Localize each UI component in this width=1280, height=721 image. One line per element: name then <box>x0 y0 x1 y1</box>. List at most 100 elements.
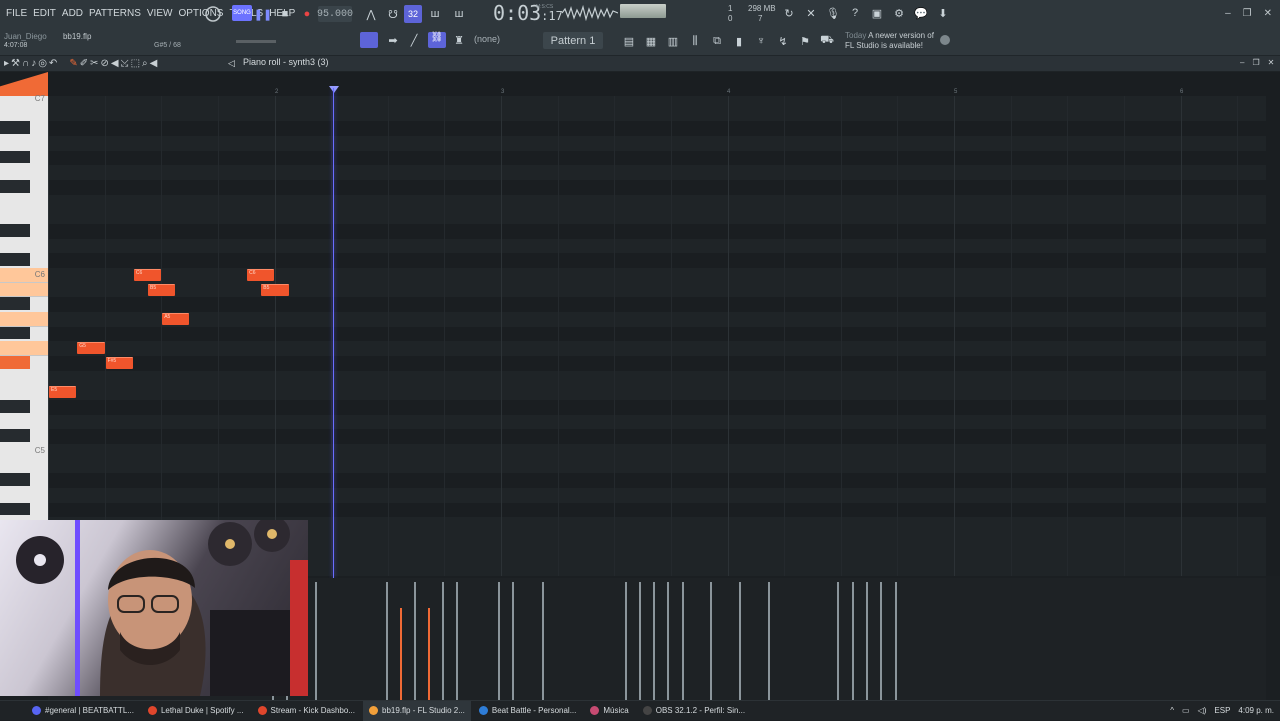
velocity-bar[interactable] <box>400 608 402 700</box>
minimize-icon[interactable]: – <box>1225 8 1231 19</box>
velocity-bar[interactable] <box>456 582 458 700</box>
close-icon[interactable]: ✕ <box>1264 8 1272 19</box>
wait-input-icon[interactable]: ☋ <box>384 5 402 23</box>
chat-icon[interactable]: 💬 <box>912 4 930 22</box>
piano-key-black[interactable] <box>0 180 30 193</box>
record-button[interactable]: ● <box>298 5 316 23</box>
velocity-bar[interactable] <box>837 582 839 700</box>
taskbar-item[interactable]: #general | BEATBATTL... <box>26 701 140 721</box>
song-position-marker[interactable] <box>329 86 339 93</box>
timeline-ruler[interactable]: 2 3 4 5 6 <box>0 72 1280 96</box>
mixer-window-icon[interactable]: ⫼ <box>686 32 704 50</box>
piano-key-black[interactable] <box>0 297 30 311</box>
countdown-toggle[interactable]: 32 <box>404 5 422 23</box>
menu-add[interactable]: ADD <box>62 8 83 19</box>
velocity-bar[interactable] <box>625 582 627 700</box>
piano-key-highlight[interactable] <box>0 312 48 327</box>
channel-rack-icon[interactable]: ▦ <box>642 32 660 50</box>
mute-tool-icon[interactable]: ⊘ <box>100 58 108 69</box>
slice-icon[interactable]: ⤩ <box>121 58 129 69</box>
pencil-icon[interactable]: ✎ <box>69 58 77 69</box>
loop-record-icon[interactable]: ш <box>450 5 468 23</box>
piano-key-highlight[interactable] <box>0 341 48 357</box>
velocity-bar[interactable] <box>880 582 882 700</box>
network-icon[interactable]: ▭ <box>1182 706 1190 715</box>
stop-button[interactable]: ■ <box>276 5 294 23</box>
note-b5[interactable]: B5 <box>261 283 289 296</box>
piano-key-black[interactable] <box>0 429 30 443</box>
speaker-toggle-icon[interactable]: ◁ <box>228 58 235 69</box>
playback-icon[interactable]: ◀ <box>150 58 158 69</box>
piano-key-black[interactable] <box>0 356 30 369</box>
taskbar-item[interactable]: OBS 32.1.2 - Perfil: Sin... <box>637 701 751 721</box>
pr-minimize-icon[interactable]: – <box>1240 58 1244 67</box>
velocity-bar[interactable] <box>739 582 741 700</box>
pattern-selector[interactable]: Pattern 1 <box>543 32 603 49</box>
note-grid[interactable]: C6 B5 A5 G5 F#5 E5 C6 B5 <box>48 96 1266 576</box>
volume-icon[interactable]: ◁) <box>1198 706 1207 715</box>
speaker-icon[interactable]: ◀ <box>111 58 119 69</box>
draw-tool-icon[interactable]: ╱ <box>405 31 423 49</box>
taskbar-item[interactable]: Música <box>584 701 634 721</box>
velocity-bar[interactable] <box>542 582 544 700</box>
piano-key-black[interactable] <box>0 253 30 267</box>
velocity-bar[interactable] <box>512 582 514 700</box>
playlist-button[interactable] <box>360 32 378 48</box>
stamp-icon[interactable]: ♜ <box>450 31 468 49</box>
vertical-scrollbar[interactable] <box>1266 96 1280 576</box>
tools-wrench-icon[interactable]: ⚒ <box>11 58 20 69</box>
delete-tool-icon[interactable]: ✂ <box>90 58 98 69</box>
tools-icon[interactable]: ✕ <box>802 4 820 22</box>
note-c6[interactable]: C6 <box>247 269 275 282</box>
arrow-icon[interactable]: ➡ <box>384 31 402 49</box>
note-g5[interactable]: G5 <box>77 342 105 355</box>
velocity-bar[interactable] <box>895 582 897 700</box>
note-c6[interactable]: C6 <box>133 269 162 282</box>
velocity-bar[interactable] <box>442 582 444 700</box>
velocity-bar[interactable] <box>639 582 641 700</box>
blend-notes-icon[interactable]: ш <box>426 5 444 23</box>
select-icon[interactable]: ⬚ <box>131 58 140 69</box>
piano-key-highlight[interactable] <box>0 282 48 298</box>
language-indicator[interactable]: ESP <box>1214 706 1230 715</box>
microphone-icon[interactable]: 🎙 <box>824 4 842 22</box>
menu-edit[interactable]: EDIT <box>33 8 56 19</box>
help-icon[interactable]: ? <box>846 4 864 22</box>
globe-icon[interactable] <box>940 35 950 45</box>
note-a5[interactable]: A5 <box>162 313 190 326</box>
piano-key-black[interactable] <box>0 224 30 237</box>
velocity-bar[interactable] <box>386 582 388 700</box>
piano-key-black[interactable] <box>0 400 30 413</box>
piano-roll-icon[interactable]: ▥ <box>664 32 682 50</box>
velocity-bar[interactable] <box>852 582 854 700</box>
taskbar-item[interactable]: Lethal Duke | Spotify ... <box>142 701 250 721</box>
save-icon[interactable]: ▣ <box>868 4 886 22</box>
clock[interactable]: 4:09 p. m. <box>1238 706 1274 715</box>
velocity-bar[interactable] <box>768 582 770 700</box>
stamp-tool-icon[interactable]: ◎ <box>38 58 47 69</box>
cursor-icon[interactable]: ↯ <box>774 32 792 50</box>
restore-icon[interactable]: ❐ <box>1243 8 1252 19</box>
brush-icon[interactable]: ✐ <box>80 58 88 69</box>
link-icon[interactable]: ⛓ <box>428 32 446 48</box>
velocity-bar[interactable] <box>710 582 712 700</box>
piano-key-black[interactable] <box>0 473 30 487</box>
plugin-icon[interactable]: ♆ <box>752 32 770 50</box>
velocity-bar[interactable] <box>428 608 430 700</box>
note-e5[interactable]: E5 <box>49 386 77 399</box>
pr-restore-icon[interactable]: ❐ <box>1252 58 1259 67</box>
download-icon[interactable]: ⬇ <box>934 4 952 22</box>
update-notice[interactable]: Today A newer version of FL Studio is av… <box>845 31 934 51</box>
menu-view[interactable]: VIEW <box>147 8 173 19</box>
menu-patterns[interactable]: PATTERNS <box>89 8 141 19</box>
velocity-bar[interactable] <box>498 582 500 700</box>
taskbar-item[interactable]: Beat Battle - Personal... <box>473 701 583 721</box>
velocity-bar[interactable] <box>866 582 868 700</box>
piano-key-black[interactable] <box>0 121 30 134</box>
cart-icon[interactable]: ⛟ <box>818 32 836 50</box>
velocity-bar[interactable] <box>315 582 317 700</box>
refresh-icon[interactable]: ↻ <box>780 4 798 22</box>
mixer-icon[interactable]: ⚙ <box>890 4 908 22</box>
piano-keyboard[interactable]: C7 C6 C5 <box>0 94 48 520</box>
snap-select[interactable]: (none) <box>474 34 534 44</box>
